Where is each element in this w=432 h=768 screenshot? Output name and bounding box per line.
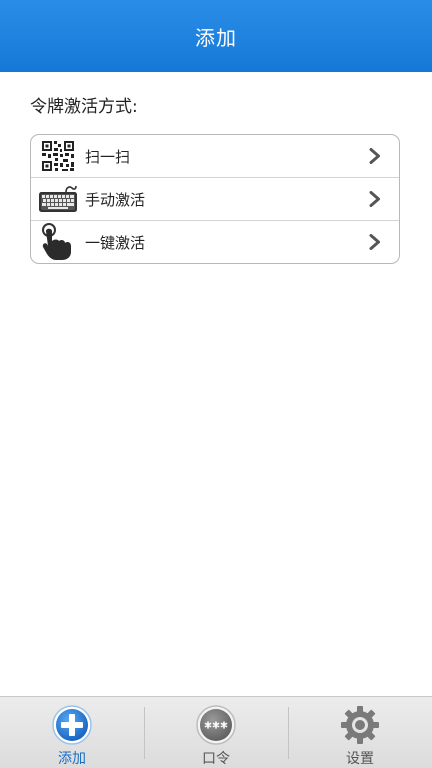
menu-item-label: 扫一扫 — [85, 147, 131, 166]
tab-label: 添加 — [58, 751, 86, 767]
chevron-right-icon — [369, 234, 380, 250]
menu-item-one-key[interactable]: 一键激活 — [31, 221, 399, 263]
bottom-tab-bar: 添加 口令 设置 — [0, 696, 432, 768]
menu-item-manual[interactable]: 手动激活 — [31, 178, 399, 221]
qr-code-icon — [35, 136, 81, 176]
menu-item-scan[interactable]: 扫一扫 — [31, 135, 399, 178]
tab-label: 设置 — [346, 751, 374, 767]
tab-password[interactable]: 口令 — [144, 697, 288, 768]
menu-item-label: 一键激活 — [85, 233, 146, 252]
chevron-right-icon — [369, 148, 380, 164]
page-title: 添加 — [195, 25, 237, 50]
tab-add[interactable]: 添加 — [0, 697, 144, 768]
activation-menu: 扫一扫 手动激活 一键激活 — [30, 134, 400, 264]
section-label: 令牌激活方式: — [30, 97, 138, 117]
plus-circle-icon — [52, 705, 92, 745]
tab-label: 口令 — [202, 751, 230, 767]
gear-icon — [341, 706, 379, 744]
header-bar: 添加 — [0, 0, 432, 72]
chevron-right-icon — [369, 191, 380, 207]
hand-tap-icon — [35, 222, 81, 262]
menu-item-label: 手动激活 — [85, 190, 146, 209]
password-dots-icon — [196, 705, 236, 745]
tab-settings[interactable]: 设置 — [288, 697, 432, 768]
keyboard-icon — [35, 179, 81, 219]
